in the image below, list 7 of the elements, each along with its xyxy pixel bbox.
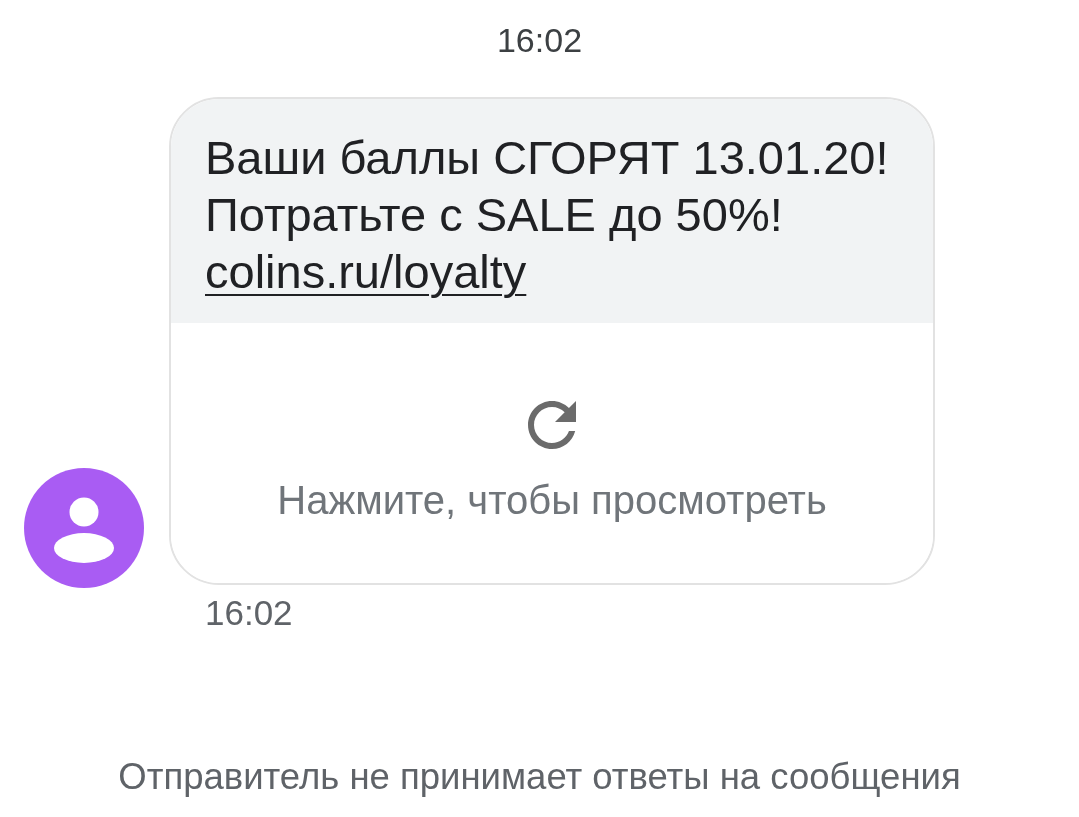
message-text: Ваши баллы СГОРЯТ 13.01.20! Потратьте с SALE до 50%! colins.ru/loyalty — [205, 130, 890, 300]
avatar-icon — [24, 468, 144, 588]
timestamp: 16:02 — [496, 20, 583, 60]
refresh-icon — [528, 401, 576, 449]
timestamp: 16:02 — [205, 593, 293, 633]
reply-notice: Отправитель не принимает ответы на сообщения — [118, 756, 961, 797]
message-link[interactable]: colins.ru/loyalty — [205, 245, 527, 298]
